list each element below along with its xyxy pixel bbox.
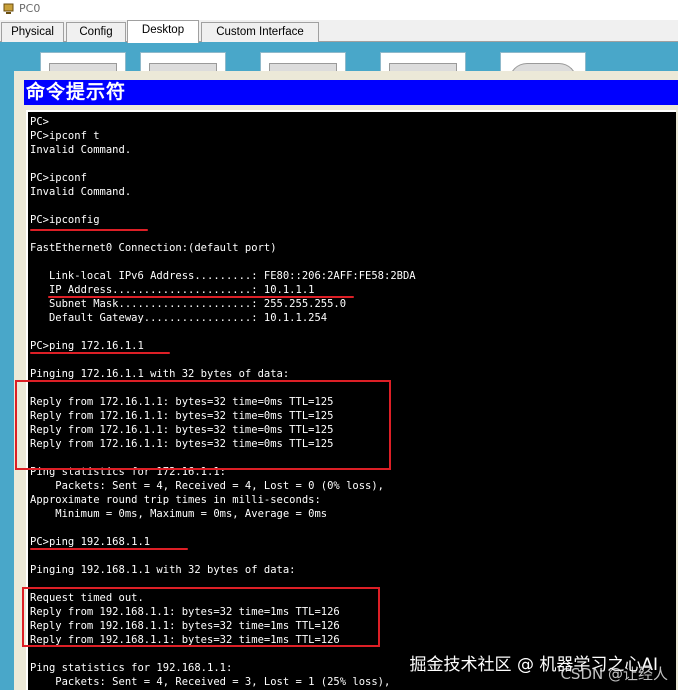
terminal-line: Reply from 172.16.1.1: bytes=32 time=0ms… <box>30 396 334 408</box>
terminal-line: PC>ipconf t <box>30 130 100 142</box>
terminal-line: PC>ping 192.168.1.1 <box>30 536 151 548</box>
terminal-line: Pinging 172.16.1.1 with 32 bytes of data… <box>30 368 290 380</box>
terminal-line: Reply from 172.16.1.1: bytes=32 time=0ms… <box>30 424 334 436</box>
terminal-line: Invalid Command. <box>30 186 132 198</box>
terminal-line: Packets: Sent = 4, Received = 4, Lost = … <box>30 480 385 492</box>
terminal-line: Link-local IPv6 Address.........: FE80::… <box>30 270 416 282</box>
terminal-line: Reply from 172.16.1.1: bytes=32 time=0ms… <box>30 410 334 422</box>
tab-physical[interactable]: Physical <box>1 22 64 42</box>
terminal-lines: PC> PC>ipconf t Invalid Command. PC>ipconf I… <box>30 115 416 689</box>
watermark-text-secondary: CSDN @让经人 <box>560 665 668 683</box>
terminal-line: Subnet Mask.....................: 255.25… <box>30 298 347 310</box>
terminal-line: Reply from 192.168.1.1: bytes=32 time=1m… <box>30 620 340 632</box>
terminal-line: PC>ipconfig <box>30 214 100 226</box>
command-prompt-title: 命令提示符 <box>26 81 127 103</box>
window-titlebar: PC0 <box>0 0 678 20</box>
pc-icon <box>3 3 14 14</box>
command-prompt-window: 命令提示符 PC> PC>ipconf t Invalid Command. PC>i… <box>14 71 678 690</box>
terminal-line: Reply from 172.16.1.1: bytes=32 time=0ms… <box>30 438 334 450</box>
terminal-line: Pinging 192.168.1.1 with 32 bytes of dat… <box>30 564 296 576</box>
terminal-line: PC>ipconf <box>30 172 87 184</box>
terminal-line: Ping statistics for 172.16.1.1: <box>30 466 226 478</box>
terminal-line: FastEthernet0 Connection:(default port) <box>30 242 277 254</box>
terminal-line: Invalid Command. <box>30 144 132 156</box>
terminal-line: Ping statistics for 192.168.1.1: <box>30 662 233 674</box>
terminal-line: PC>ping 172.16.1.1 <box>30 340 144 352</box>
terminal-line: Approximate round trip times in milli-se… <box>30 494 321 506</box>
terminal-line: Minimum = 0ms, Maximum = 0ms, Average = … <box>30 508 328 520</box>
tab-config[interactable]: Config <box>66 22 126 42</box>
terminal-output[interactable]: PC> PC>ipconf t Invalid Command. PC>ipconf I… <box>26 110 676 690</box>
command-prompt-titlebar: 命令提示符 <box>24 80 678 105</box>
terminal-line: Reply from 192.168.1.1: bytes=32 time=1m… <box>30 606 340 618</box>
terminal-line: Request timed out. <box>30 592 144 604</box>
desktop-area: 命令提示符 PC> PC>ipconf t Invalid Command. PC>i… <box>0 42 678 690</box>
terminal-line: Packets: Sent = 4, Received = 3, Lost = … <box>30 676 391 688</box>
terminal-line: Default Gateway.................: 10.1.1… <box>30 312 328 324</box>
tab-desktop[interactable]: Desktop <box>127 20 199 43</box>
terminal-line: IP Address......................: 10.1.1… <box>30 284 315 296</box>
terminal-line: Reply from 192.168.1.1: bytes=32 time=1m… <box>30 634 340 646</box>
tab-custom-interface[interactable]: Custom Interface <box>201 22 319 42</box>
terminal-line: PC> <box>30 116 49 128</box>
window-title: PC0 <box>19 2 41 15</box>
tab-bar: Physical Config Desktop Custom Interface <box>0 20 678 43</box>
